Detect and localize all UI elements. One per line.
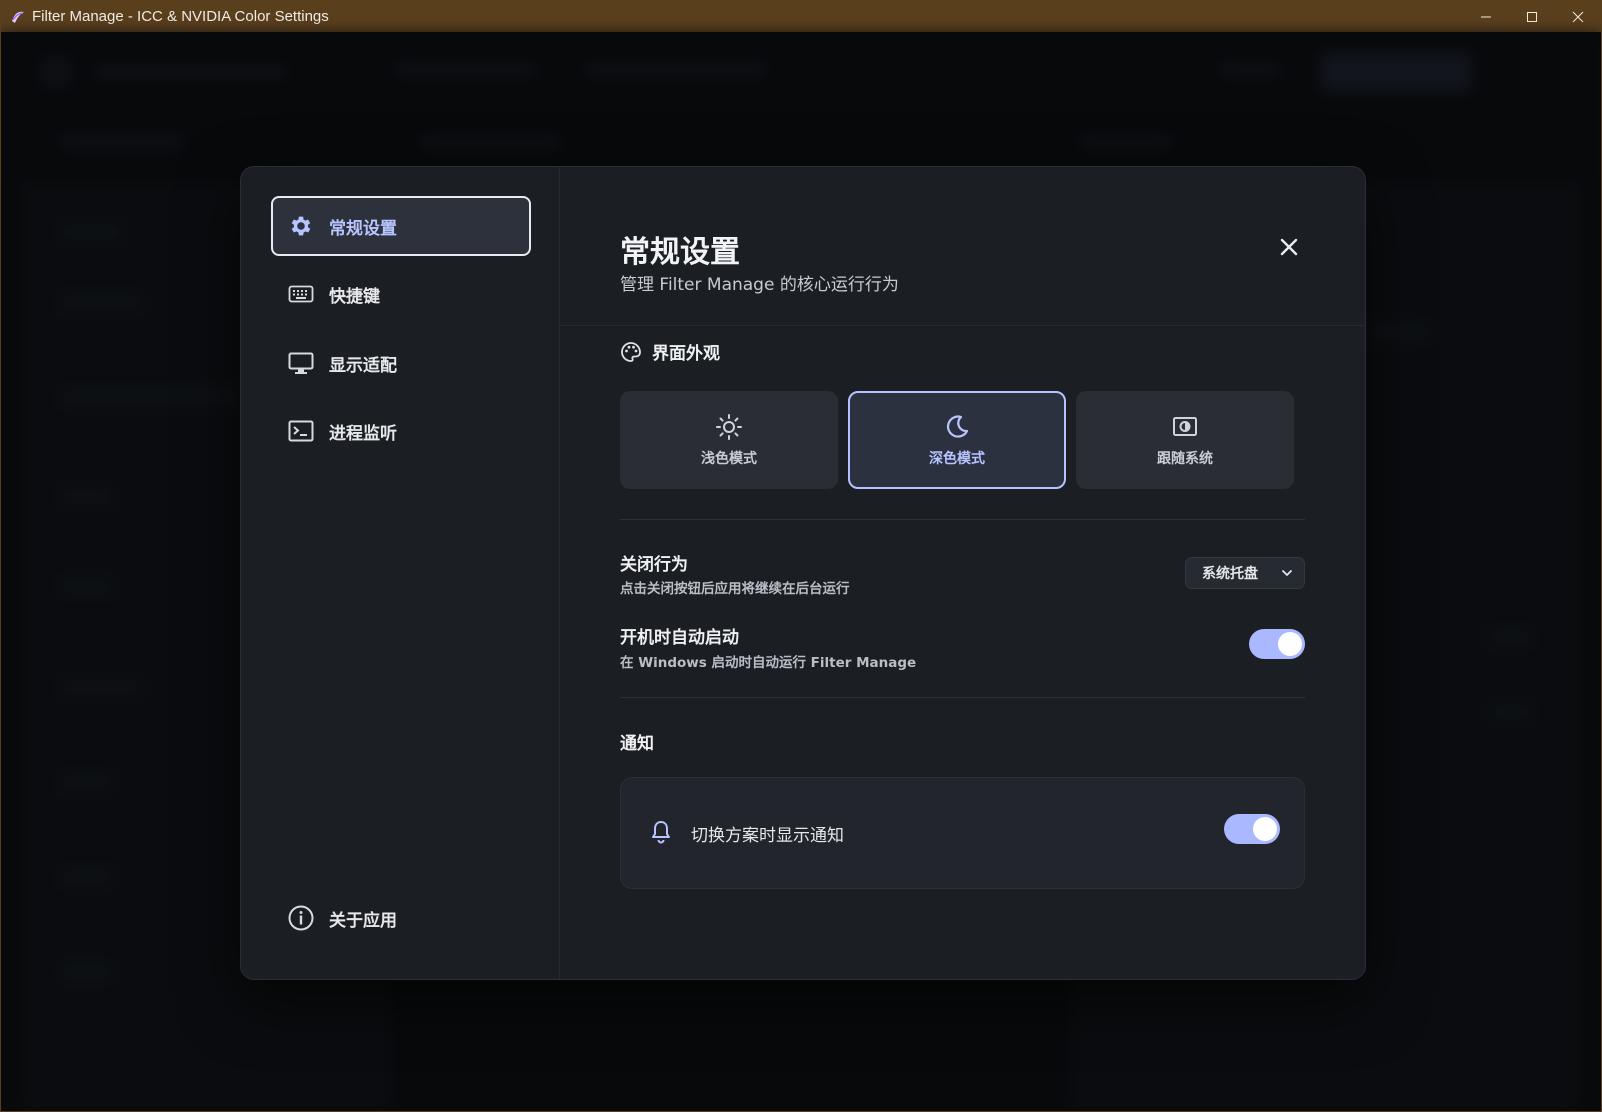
settings-content: 常规设置 管理 Filter Manage 的核心运行行为 界面外观 浅色模式 … <box>560 167 1365 979</box>
dropdown-value: 系统托盘 <box>1202 566 1258 582</box>
moon-icon <box>942 412 972 442</box>
window-title: Filter Manage - ICC & NVIDIA Color Setti… <box>32 8 329 25</box>
window-controls <box>1463 1 1601 32</box>
gear-icon <box>287 212 315 240</box>
title-bar: Filter Manage - ICC & NVIDIA Color Setti… <box>1 1 1601 32</box>
appearance-heading: 界面外观 <box>620 339 720 364</box>
settings-sidebar: 常规设置 快捷键 显示适配 进程监听 关于应用 <box>241 167 560 979</box>
sidebar-item-label: 进程监听 <box>329 423 397 444</box>
auto-theme-icon <box>1170 412 1200 442</box>
theme-option-dark[interactable]: 深色模式 <box>848 391 1066 489</box>
app-logo-icon <box>10 9 26 25</box>
notifications-heading: 通知 <box>620 734 654 754</box>
terminal-icon <box>287 417 315 445</box>
notification-setting-label: 切换方案时显示通知 <box>691 826 844 846</box>
sidebar-item-label: 快捷键 <box>329 286 380 307</box>
palette-icon <box>620 341 642 363</box>
window-close-button[interactable] <box>1555 1 1601 32</box>
theme-option-system[interactable]: 跟随系统 <box>1076 391 1294 489</box>
autostart-description: 在 Windows 启动时自动运行 Filter Manage <box>620 655 917 671</box>
content-header: 常规设置 管理 Filter Manage 的核心运行行为 <box>560 167 1365 326</box>
divider <box>620 697 1305 698</box>
minimize-button[interactable] <box>1463 1 1509 32</box>
maximize-icon <box>1527 11 1537 22</box>
theme-option-label: 跟随系统 <box>1157 451 1213 467</box>
autostart-title: 开机时自动启动 <box>620 628 739 648</box>
sidebar-item-label: 常规设置 <box>329 218 397 239</box>
notification-setting-card: 切换方案时显示通知 <box>620 777 1305 889</box>
close-behavior-description: 点击关闭按钮后应用将继续在后台运行 <box>620 581 850 597</box>
close-icon <box>1280 238 1298 256</box>
divider <box>620 519 1305 520</box>
keyboard-icon <box>287 280 315 308</box>
app-window: Filter Manage - ICC & NVIDIA Color Setti… <box>0 0 1602 1112</box>
maximize-button[interactable] <box>1509 1 1555 32</box>
close-behavior-dropdown[interactable]: 系统托盘 <box>1185 557 1305 589</box>
sidebar-item-shortcuts[interactable]: 快捷键 <box>271 264 531 324</box>
sidebar-item-label: 关于应用 <box>329 910 397 931</box>
sidebar-item-general[interactable]: 常规设置 <box>271 196 531 256</box>
dialog-close-button[interactable] <box>1275 233 1303 261</box>
chevron-down-icon <box>1282 570 1292 576</box>
theme-option-label: 深色模式 <box>929 451 985 467</box>
monitor-icon <box>287 349 315 377</box>
notification-toggle[interactable] <box>1224 814 1280 844</box>
page-title: 常规设置 <box>620 235 740 270</box>
sun-icon <box>714 412 744 442</box>
info-icon <box>287 904 315 932</box>
sidebar-item-display[interactable]: 显示适配 <box>271 333 531 393</box>
bell-icon <box>647 818 675 846</box>
settings-dialog: 常规设置 快捷键 显示适配 进程监听 关于应用 常规设置 管理 Filter M… <box>240 166 1366 980</box>
sidebar-item-process[interactable]: 进程监听 <box>271 401 531 461</box>
toggle-knob <box>1278 632 1302 656</box>
section-title: 界面外观 <box>652 344 720 364</box>
minimize-icon <box>1481 16 1491 17</box>
close-behavior-title: 关闭行为 <box>620 555 688 575</box>
theme-option-label: 浅色模式 <box>701 451 757 467</box>
page-subtitle: 管理 Filter Manage 的核心运行行为 <box>620 275 899 295</box>
close-icon <box>1572 11 1584 22</box>
theme-option-light[interactable]: 浅色模式 <box>620 391 838 489</box>
sidebar-item-about[interactable]: 关于应用 <box>271 888 531 948</box>
autostart-toggle[interactable] <box>1249 629 1305 659</box>
sidebar-item-label: 显示适配 <box>329 355 397 376</box>
toggle-knob <box>1253 817 1277 841</box>
